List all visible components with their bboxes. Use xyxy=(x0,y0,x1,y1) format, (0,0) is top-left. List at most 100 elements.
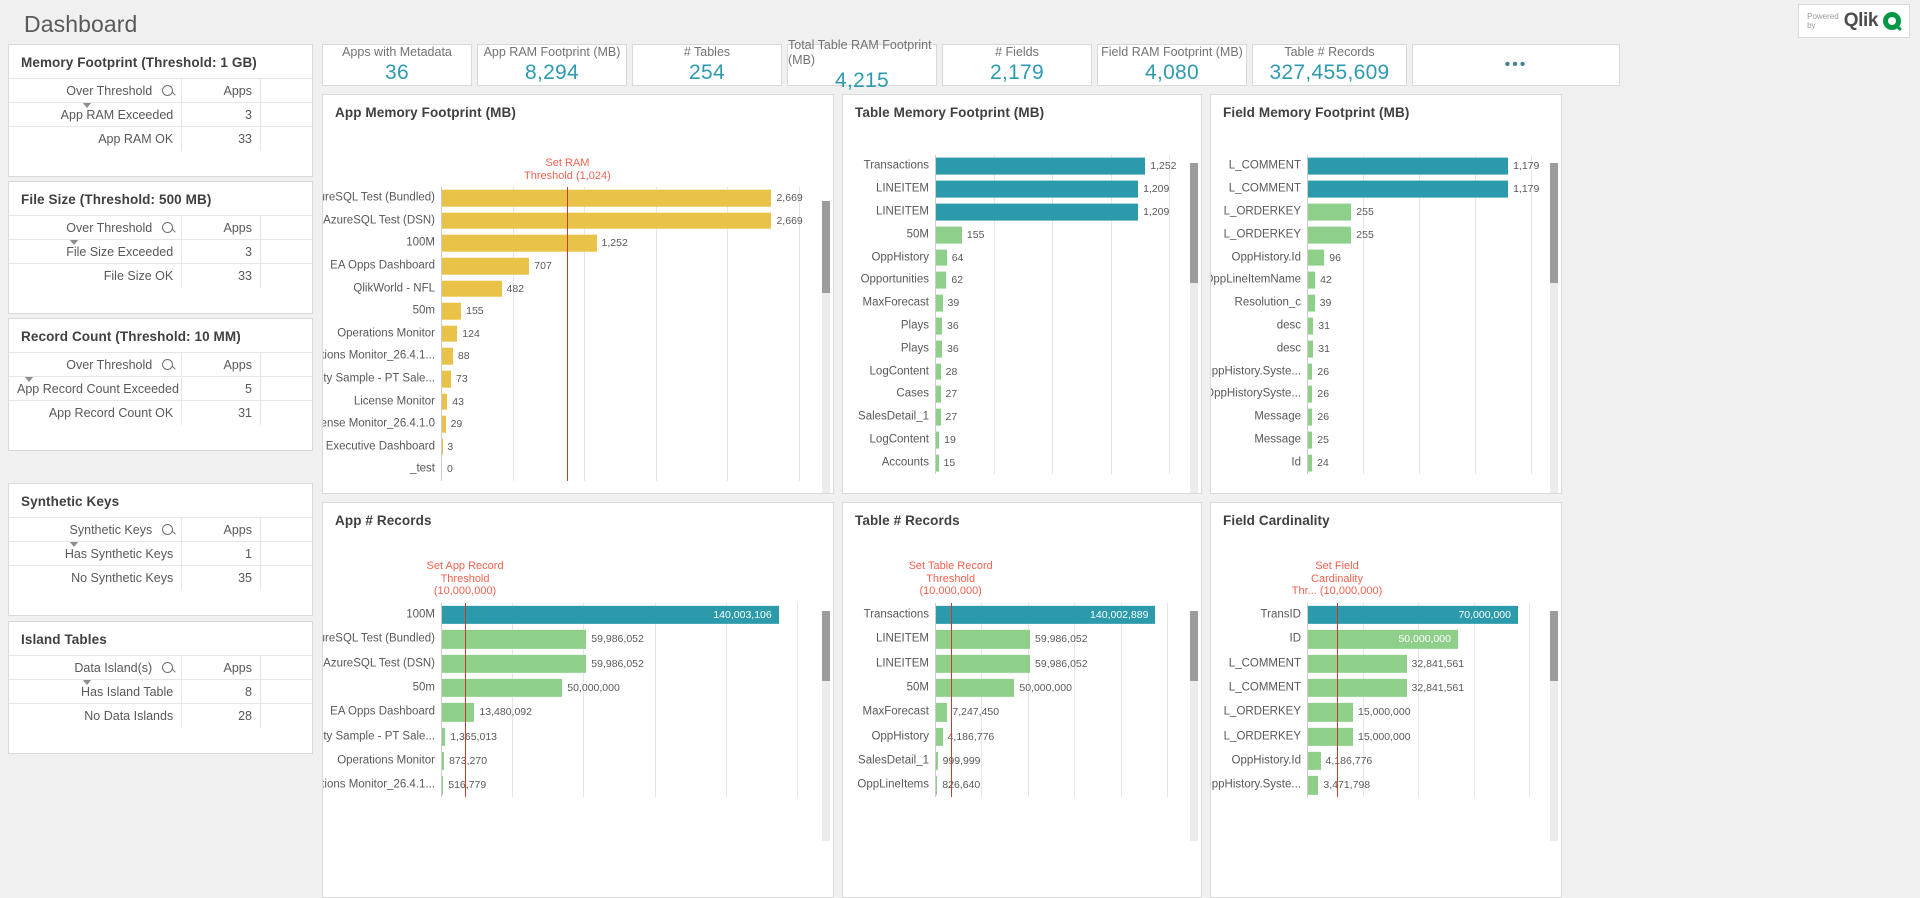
bar[interactable] xyxy=(1308,249,1325,266)
bar[interactable] xyxy=(1308,654,1407,673)
chart-bar-row[interactable]: Operations Monitor_26.4.1... 88 xyxy=(323,345,799,368)
bar[interactable] xyxy=(936,157,1146,175)
chart-bar-row[interactable]: Id 24 xyxy=(1291,451,1531,474)
chart-plot-area[interactable]: Set RAM Threshold (1,024) AzureSQL Test (… xyxy=(323,125,833,493)
measure-header[interactable]: Apps xyxy=(181,655,261,680)
listbox-row-label[interactable]: App Record Count OK xyxy=(9,400,183,425)
chart-plot-area[interactable]: Transactions 1,252 LINEITEM 1,209 LINEITEM 1,… xyxy=(843,125,1201,493)
chart-bar-row[interactable]: LINEITEM 1,209 xyxy=(876,201,1169,224)
chart-bar-row[interactable]: LINEITEM 1,209 xyxy=(876,178,1169,201)
bar[interactable] xyxy=(1308,363,1313,380)
chart-bar-row[interactable]: MaxForecast 7,247,450 xyxy=(863,700,1167,724)
chart-bar-row[interactable]: License Monitor 43 xyxy=(354,390,799,413)
scrollbar-thumb[interactable] xyxy=(1190,163,1198,283)
chart-bar-row[interactable]: Cases 27 xyxy=(896,383,1169,406)
chart-bar-row[interactable]: Plays 36 xyxy=(901,337,1169,360)
chart-bar-row[interactable]: Message 26 xyxy=(1254,406,1531,429)
chart-bar-row[interactable]: 100M 1,252 xyxy=(406,232,799,255)
chart-bar-row[interactable]: 50m 155 xyxy=(413,300,799,323)
bar[interactable] xyxy=(1308,271,1316,289)
bar[interactable] xyxy=(1308,703,1353,722)
chart-bar-row[interactable]: OppLineItems 826,640 xyxy=(857,773,1167,797)
chart-bar-row[interactable]: AzureSQL Test (DSN) 59,986,052 xyxy=(323,652,797,676)
kpi-tile-6[interactable]: Field RAM Footprint (MB) 4,080 xyxy=(1097,44,1247,86)
bar[interactable] xyxy=(936,385,941,403)
bar[interactable] xyxy=(442,678,563,698)
chart-scrollbar[interactable] xyxy=(822,201,830,493)
bar[interactable] xyxy=(442,630,587,649)
bar[interactable] xyxy=(1308,340,1314,358)
listbox-row[interactable]: App RAM Exceeded 3 xyxy=(9,102,312,127)
chart-bar-row[interactable]: OppHistory 4,186,776 xyxy=(871,725,1167,749)
chart-bar-row[interactable]: OppHistory.Syste... 3,471,798 xyxy=(1211,773,1529,797)
chart-bar-row[interactable]: SalesDetail_1 999,999 xyxy=(858,749,1167,773)
bar[interactable] xyxy=(936,294,943,312)
listbox-row-label[interactable]: App RAM OK xyxy=(9,126,183,151)
chart-scrollbar[interactable] xyxy=(1190,611,1198,841)
chart-plot-area[interactable]: Set Table Record Threshold (10,000,000) T… xyxy=(843,533,1201,895)
bar[interactable] xyxy=(936,776,938,795)
listbox-row[interactable]: File Size OK 33 xyxy=(9,263,312,288)
chart-bar-row[interactable]: L_ORDERKEY 255 xyxy=(1224,223,1531,246)
bar[interactable] xyxy=(442,751,445,771)
bar[interactable] xyxy=(936,340,943,358)
chart-bar-row[interactable]: EA Opps Dashboard 13,480,092 xyxy=(330,700,797,724)
bar[interactable] xyxy=(936,203,1139,221)
bar[interactable] xyxy=(1308,294,1315,312)
dimension-header[interactable]: Over Threshold xyxy=(9,78,183,103)
dimension-header[interactable]: Data Island(s) xyxy=(9,655,183,680)
chart-bar-row[interactable]: Scalability Sample - PT Sale... 73 xyxy=(323,368,799,391)
chart-bar-row[interactable]: desc 31 xyxy=(1277,315,1531,338)
bar[interactable] xyxy=(936,363,941,380)
listbox-row-value[interactable]: 33 xyxy=(181,126,261,151)
chart-bar-row[interactable]: OppLineItemName 42 xyxy=(1211,269,1531,292)
bar[interactable] xyxy=(936,703,948,722)
chart-bar-row[interactable]: 50M 50,000,000 xyxy=(907,676,1167,700)
kpi-tile-5[interactable]: # Fields 2,179 xyxy=(942,44,1092,86)
bar[interactable] xyxy=(936,751,938,771)
chart-bar-row[interactable]: TransID 70,000,000 xyxy=(1261,603,1529,627)
chart-bar-row[interactable]: Transactions 1,252 xyxy=(864,155,1177,178)
bar[interactable] xyxy=(442,348,453,365)
bar[interactable] xyxy=(442,190,772,207)
listbox-row[interactable]: App Record Count Exceeded 5 xyxy=(9,376,312,401)
bar[interactable] xyxy=(442,416,446,433)
chart-bar-row[interactable]: SalesDetail_1 27 xyxy=(858,406,1169,429)
listbox-row-label[interactable]: App Record Count Exceeded xyxy=(9,376,183,401)
bar[interactable] xyxy=(936,454,939,472)
bar[interactable] xyxy=(936,678,1015,698)
listbox-row-value[interactable]: 1 xyxy=(181,541,261,566)
listbox-row-label[interactable]: Has Synthetic Keys xyxy=(9,541,183,566)
chart-bar-row[interactable]: OppHistory 64 xyxy=(871,246,1169,269)
search-icon[interactable] xyxy=(162,523,174,535)
bar[interactable] xyxy=(442,776,444,795)
chart-bar-row[interactable]: Scalability Sample - PT Sale... 1,365,013 xyxy=(323,725,797,749)
bar[interactable] xyxy=(442,703,475,722)
scrollbar-thumb[interactable] xyxy=(1190,611,1198,681)
bar[interactable] xyxy=(1308,454,1313,472)
bar[interactable] xyxy=(936,249,947,266)
bar[interactable] xyxy=(936,180,1139,198)
chart-bar-row[interactable]: LINEITEM 59,986,052 xyxy=(876,627,1167,651)
bar[interactable] xyxy=(936,317,943,335)
chart-bar-row[interactable]: AzureSQL Test (DSN) 2,669 xyxy=(323,210,803,233)
bar[interactable] xyxy=(1308,431,1313,449)
bar[interactable] xyxy=(442,393,448,410)
chart-bar-row[interactable]: Plays 36 xyxy=(901,315,1169,338)
bar[interactable] xyxy=(442,235,597,252)
kpi-tile-1[interactable]: Apps with Metadata 36 xyxy=(322,44,472,86)
listbox-row[interactable]: File Size Exceeded 3 xyxy=(9,239,312,264)
chart-plot-area[interactable]: L_COMMENT 1,179 L_COMMENT 1,179 L_ORDERKEY 25… xyxy=(1211,125,1561,493)
listbox-row[interactable]: Has Island Table 8 xyxy=(9,679,312,704)
dimension-header[interactable]: Synthetic Keys xyxy=(9,517,183,542)
chart-bar-row[interactable]: OppHistory.Syste... 26 xyxy=(1211,360,1531,383)
measure-header[interactable]: Apps xyxy=(181,517,261,542)
chart-bar-row[interactable]: Accounts 15 xyxy=(882,451,1169,474)
chart-scrollbar[interactable] xyxy=(1190,163,1198,493)
chart-bar-row[interactable]: AzureSQL Test (Bundled) 59,986,052 xyxy=(323,627,797,651)
scrollbar-thumb[interactable] xyxy=(822,611,830,681)
chart-bar-row[interactable]: OppHistorySyste... 26 xyxy=(1211,383,1531,406)
measure-header[interactable]: Apps xyxy=(181,78,261,103)
bar[interactable] xyxy=(442,325,458,343)
listbox-row-value[interactable]: 33 xyxy=(181,263,261,288)
